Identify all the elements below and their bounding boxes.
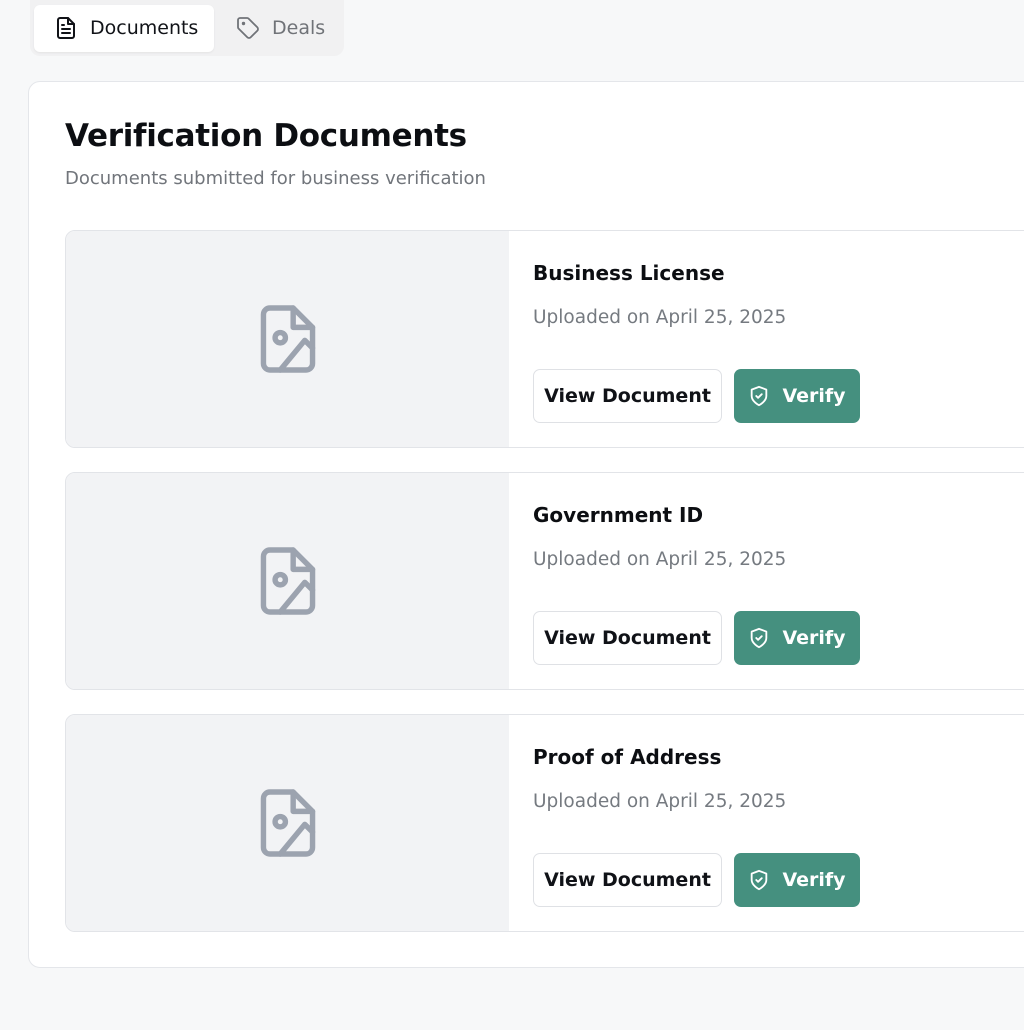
- document-upload-date: Uploaded on April 25, 2025: [533, 549, 787, 570]
- file-text-icon: [57, 17, 75, 39]
- page-subtitle: Documents submitted for business verific…: [65, 168, 486, 189]
- shield-check-icon: [751, 627, 768, 649]
- verify-label: Verify: [782, 385, 846, 407]
- document-name: Proof of Address: [533, 745, 722, 769]
- document-actions: View Document Verify: [533, 369, 860, 423]
- document-info: Business License Uploaded on April 25, 2…: [533, 231, 1024, 447]
- document-actions: View Document Verify: [533, 853, 860, 907]
- document-actions: View Document Verify: [533, 611, 860, 665]
- file-image-icon: [260, 305, 315, 373]
- document-card-government-id: Government ID Uploaded on April 25, 2025…: [65, 472, 1024, 690]
- shield-check-icon: [751, 385, 768, 407]
- tab-deals-label: Deals: [272, 17, 326, 39]
- tab-bar: Documents Deals: [30, 0, 344, 56]
- document-name: Business License: [533, 261, 725, 285]
- document-upload-date: Uploaded on April 25, 2025: [533, 307, 787, 328]
- verify-label: Verify: [782, 869, 846, 891]
- view-document-button[interactable]: View Document: [533, 611, 722, 665]
- document-thumbnail: [66, 715, 509, 931]
- view-document-button[interactable]: View Document: [533, 369, 722, 423]
- tab-deals[interactable]: Deals: [216, 5, 343, 52]
- document-name: Government ID: [533, 503, 704, 527]
- tab-documents[interactable]: Documents: [34, 4, 214, 52]
- verify-button[interactable]: Verify: [734, 369, 860, 423]
- verify-label: Verify: [782, 627, 846, 649]
- tab-documents-label: Documents: [90, 17, 199, 39]
- page-title: Verification Documents: [65, 118, 467, 154]
- document-upload-date: Uploaded on April 25, 2025: [533, 791, 787, 812]
- view-document-label: View Document: [544, 869, 711, 891]
- document-thumbnail: [66, 231, 509, 447]
- view-document-button[interactable]: View Document: [533, 853, 722, 907]
- view-document-label: View Document: [544, 385, 711, 407]
- document-info: Proof of Address Uploaded on April 25, 2…: [533, 715, 1024, 931]
- file-image-icon: [260, 789, 315, 857]
- shield-check-icon: [751, 869, 768, 891]
- view-document-label: View Document: [544, 627, 711, 649]
- verify-button[interactable]: Verify: [734, 611, 860, 665]
- document-card-business-license: Business License Uploaded on April 25, 2…: [65, 230, 1024, 448]
- verification-documents-panel: Verification Documents Documents submitt…: [28, 81, 1024, 968]
- document-thumbnail: [66, 473, 509, 689]
- tag-icon: [237, 17, 259, 39]
- document-card-proof-of-address: Proof of Address Uploaded on April 25, 2…: [65, 714, 1024, 932]
- file-image-icon: [260, 547, 315, 615]
- verify-button[interactable]: Verify: [734, 853, 860, 907]
- document-info: Government ID Uploaded on April 25, 2025…: [533, 473, 1024, 689]
